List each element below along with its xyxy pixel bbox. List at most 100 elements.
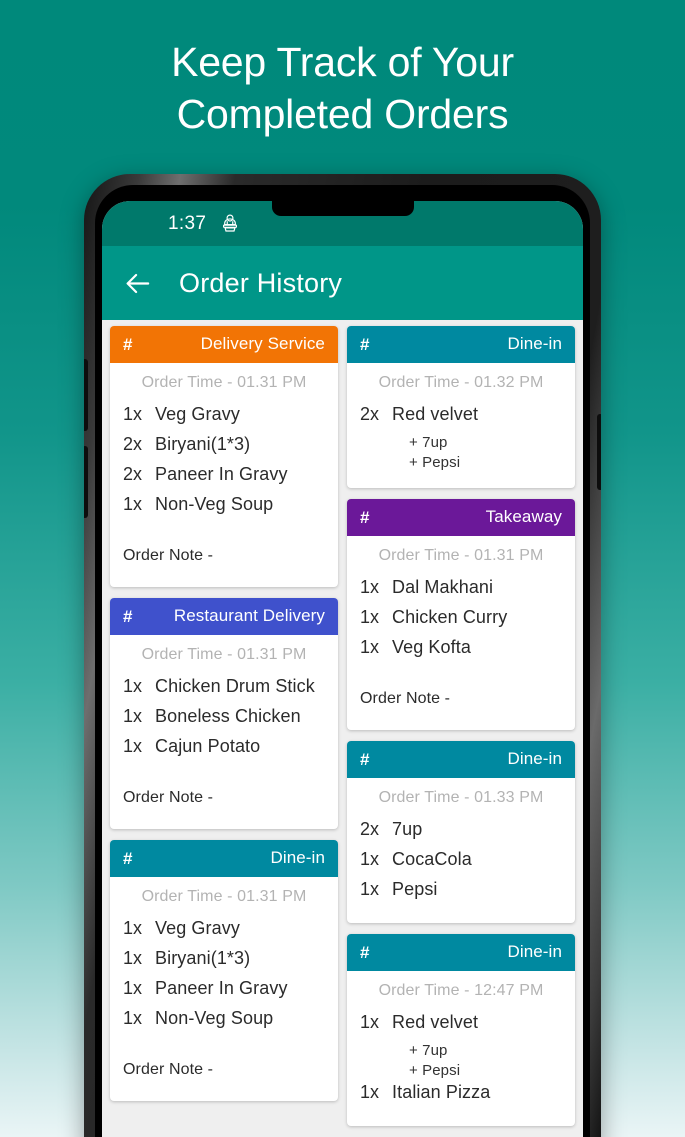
order-item-quantity: 1x <box>123 1008 143 1028</box>
order-type-label: Dine-in <box>507 749 562 768</box>
order-item-quantity: 1x <box>123 978 143 998</box>
order-item-name: Dal Makhani <box>392 577 494 597</box>
order-item-name: Boneless Chicken <box>155 706 301 726</box>
order-number-hash: # <box>360 507 370 527</box>
page-title: Order History <box>179 267 343 298</box>
volume-down-button[interactable] <box>84 446 88 518</box>
order-number-hash: # <box>123 334 133 354</box>
order-item-name: Veg Kofta <box>392 637 471 657</box>
order-item-row: 1x Italian Pizza <box>347 1082 575 1103</box>
order-time: Order Time - 01.31 PM <box>141 374 307 391</box>
order-card[interactable]: # Dine-in Order Time - 01.32 PM 2x Red velve… <box>347 326 575 488</box>
order-item-row: 1x Paneer In Gravy <box>110 978 338 999</box>
order-time: Order Time - 01.31 PM <box>378 547 544 564</box>
order-card[interactable]: # Delivery Service Order Time - 01.31 PM 1x… <box>110 326 338 587</box>
order-item-row: 2x Red velvet <box>347 404 575 425</box>
order-items-list: 1x Dal Makhani 1x Chicken Curry 1x Veg Kofta <box>347 573 575 681</box>
order-type-label: Dine-in <box>270 848 325 867</box>
order-card[interactable]: # Dine-in Order Time - 01.33 PM 2x 7up 1x Coca… <box>347 741 575 923</box>
phone-bezel: 1:37 Order History # Delivery Service Or… <box>95 185 590 1137</box>
order-type-label: Dine-in <box>507 942 562 961</box>
order-item-quantity: 1x <box>360 849 380 869</box>
order-card-header: # Dine-in <box>347 934 575 971</box>
status-bar-time: 1:37 <box>168 212 207 234</box>
order-number-hash: # <box>360 749 370 769</box>
order-item-addon: + Pepsi <box>409 1062 461 1079</box>
order-card-spacer <box>110 1079 338 1101</box>
order-item-row: 2x Biryani(1*3) <box>110 434 338 455</box>
phone-mockup: 1:37 Order History # Delivery Service Or… <box>84 174 601 1137</box>
order-item-quantity: 1x <box>123 736 143 756</box>
order-column-right: # Dine-in Order Time - 01.32 PM 2x Red velve… <box>347 326 575 1126</box>
order-card-header: # Dine-in <box>347 326 575 363</box>
order-items-list: 2x 7up 1x CocaCola 1x Pepsi <box>347 815 575 923</box>
order-time: Order Time - 12:47 PM <box>378 982 544 999</box>
order-item-row: 1x Biryani(1*3) <box>110 948 338 969</box>
order-item-quantity: 1x <box>360 607 380 627</box>
order-item-addon: + 7up <box>409 1042 448 1059</box>
back-arrow-icon[interactable] <box>124 269 153 298</box>
order-item-row: 1x Pepsi <box>347 879 575 900</box>
order-card[interactable]: # Dine-in Order Time - 12:47 PM 1x Red velve… <box>347 934 575 1126</box>
order-item-name: Non-Veg Soup <box>155 494 274 514</box>
order-card[interactable]: # Dine-in Order Time - 01.31 PM 1x Veg Gravy… <box>110 840 338 1101</box>
order-column-left: # Delivery Service Order Time - 01.31 PM 1x… <box>110 326 338 1101</box>
order-item-quantity: 1x <box>123 706 143 726</box>
order-note: Order Note - <box>123 547 214 564</box>
order-item-quantity: 2x <box>360 404 380 424</box>
order-item-name: Red velvet <box>392 404 479 424</box>
volume-up-button[interactable] <box>84 359 88 431</box>
order-item-quantity: 1x <box>123 494 143 514</box>
chef-app-notification-icon <box>219 213 241 235</box>
order-card-header: # Restaurant Delivery <box>110 598 338 635</box>
order-item-name: Non-Veg Soup <box>155 1008 274 1028</box>
order-items-list: 1x Veg Gravy 2x Biryani(1*3) 2x Paneer In Gra… <box>110 400 338 538</box>
order-item-row: 1x Boneless Chicken <box>110 706 338 727</box>
order-note: Order Note - <box>123 789 214 806</box>
order-type-label: Dine-in <box>507 334 562 353</box>
order-card[interactable]: # Takeaway Order Time - 01.31 PM 1x Dal Makh… <box>347 499 575 730</box>
order-history-list[interactable]: # Delivery Service Order Time - 01.31 PM 1x… <box>102 320 583 1137</box>
order-card-spacer <box>110 565 338 587</box>
order-item-name: Cajun Potato <box>155 736 261 756</box>
order-item-row: 1x Red velvet <box>347 1012 575 1033</box>
order-number-hash: # <box>123 606 133 626</box>
order-type-label: Delivery Service <box>200 334 325 353</box>
order-time: Order Time - 01.32 PM <box>378 374 544 391</box>
order-card-header: # Dine-in <box>347 741 575 778</box>
order-item-name: 7up <box>392 819 423 839</box>
order-items-list: 1x Red velvet + 7up + Pepsi 1x Italian Pizza <box>347 1008 575 1126</box>
order-item-addon: + 7up <box>409 434 448 451</box>
order-item-name: Pepsi <box>392 879 438 899</box>
order-item-quantity: 2x <box>123 464 143 484</box>
order-item-name: Paneer In Gravy <box>155 978 288 998</box>
order-item-quantity: 1x <box>123 676 143 696</box>
order-item-quantity: 2x <box>123 434 143 454</box>
order-item-name: Chicken Drum Stick <box>155 676 315 696</box>
order-item-quantity: 1x <box>360 1012 380 1032</box>
power-button[interactable] <box>597 414 601 490</box>
order-card-spacer <box>110 807 338 829</box>
order-item-quantity: 1x <box>123 948 143 968</box>
headline-line-1: Keep Track of Your <box>171 39 514 85</box>
order-item-name: Biryani(1*3) <box>155 948 251 968</box>
order-time: Order Time - 01.31 PM <box>141 888 307 905</box>
promo-headline: Keep Track of Your Completed Orders <box>0 36 685 140</box>
order-item-name: Italian Pizza <box>392 1082 491 1102</box>
order-item-row: 1x Veg Kofta <box>347 637 575 658</box>
order-item-row: 2x 7up <box>347 819 575 840</box>
order-item-name: Red velvet <box>392 1012 479 1032</box>
order-items-list: 1x Veg Gravy 1x Biryani(1*3) 1x Paneer In Gra… <box>110 914 338 1052</box>
order-time: Order Time - 01.31 PM <box>141 646 307 663</box>
order-item-addon: + Pepsi <box>409 454 461 471</box>
order-number-hash: # <box>123 848 133 868</box>
order-item-name: Veg Gravy <box>155 918 240 938</box>
order-note: Order Note - <box>123 1061 214 1078</box>
order-item-quantity: 2x <box>360 819 380 839</box>
order-number-hash: # <box>360 334 370 354</box>
order-item-name: Paneer In Gravy <box>155 464 288 484</box>
order-type-label: Restaurant Delivery <box>173 606 325 625</box>
order-card[interactable]: # Restaurant Delivery Order Time - 01.31 P… <box>110 598 338 829</box>
order-item-name: Chicken Curry <box>392 607 508 627</box>
order-item-row: 2x Paneer In Gravy <box>110 464 338 485</box>
